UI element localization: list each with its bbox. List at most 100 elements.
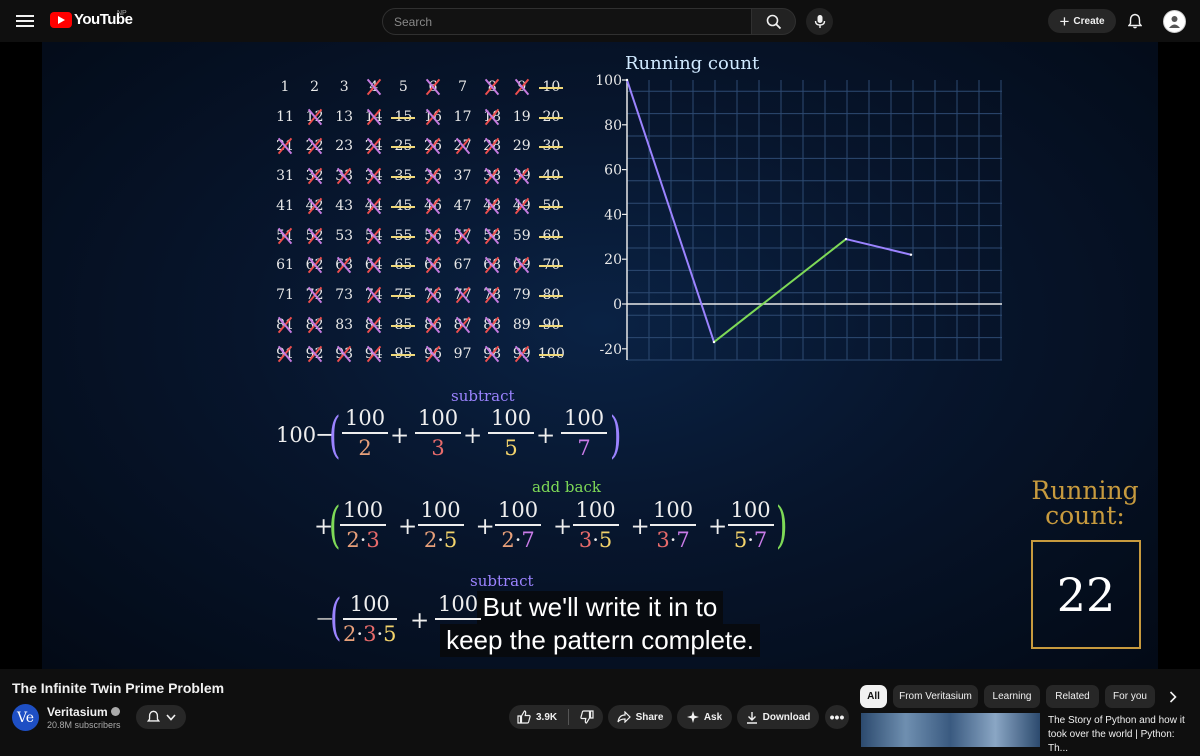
grid-number-29: 29: [507, 138, 537, 154]
sparkle-icon: [686, 711, 699, 723]
ask-button[interactable]: Ask: [677, 705, 732, 729]
grid-number-53: 53: [329, 228, 359, 244]
fraction-bar: [495, 524, 542, 526]
grid-number-9: 9: [507, 79, 537, 95]
strike-mark: [513, 257, 531, 273]
chip-learning[interactable]: Learning: [984, 685, 1040, 708]
series-point: [844, 237, 848, 241]
chip-for-you[interactable]: For you: [1105, 685, 1155, 708]
chip-from-veritasium[interactable]: From Veritasium: [893, 685, 978, 708]
grid-number-text: 37: [453, 168, 472, 185]
video-frame[interactable]: 1 2 3 4 5 6 7 8 9 10 11 12 13 14 15 16 17 18 19 20 21 22 23 24 2…: [42, 42, 1158, 669]
dislike-icon[interactable]: [580, 710, 594, 724]
denominator: 2·3·5: [343, 622, 397, 646]
grid-number-72: 72: [300, 287, 330, 303]
user-avatar-icon: [1169, 16, 1180, 28]
strike-mark: [391, 294, 416, 297]
y-tick-label: 100: [595, 73, 622, 89]
fraction-add-1: 100 2·5: [417, 498, 464, 552]
caption-line-2: keep the pattern complete.: [42, 624, 1158, 657]
bell-icon: [1128, 13, 1142, 29]
strike-mark: [391, 205, 416, 208]
grid-number-37: 37: [448, 168, 478, 184]
plus-sign: +: [553, 514, 573, 540]
denominator: 3: [431, 436, 445, 460]
grid-number-40: 40: [536, 168, 566, 184]
channel-avatar[interactable]: Ve: [12, 704, 39, 731]
grid-number-15: 15: [388, 109, 418, 125]
fraction-0: 100 2: [342, 406, 389, 460]
strike-mark: [539, 265, 564, 268]
strike-mark: [306, 257, 324, 273]
strike-mark: [539, 354, 564, 357]
chip-all[interactable]: All: [860, 685, 887, 708]
grid-number-51: 51: [270, 228, 300, 244]
grid-number-45: 45: [388, 198, 418, 214]
more-actions-button[interactable]: •••: [825, 705, 849, 729]
strike-mark: [276, 228, 294, 244]
series-point: [625, 78, 629, 82]
grid-number-2: 2: [300, 79, 330, 95]
fraction-bar: [340, 524, 387, 526]
fraction-bar: [572, 524, 619, 526]
search-button[interactable]: [752, 8, 796, 35]
strike-mark: [483, 346, 501, 362]
strike-mark: [276, 317, 294, 333]
recommendation-title[interactable]: The Story of Python and how it took over…: [1048, 714, 1188, 756]
fraction-sub-0: 100 2·3·5: [343, 592, 397, 646]
download-button[interactable]: Download: [737, 705, 819, 729]
strike-mark: [365, 346, 383, 362]
grid-number-26: 26: [418, 138, 448, 154]
channel-name-text[interactable]: Veritasium: [47, 705, 108, 719]
plus-sign: +: [410, 608, 430, 634]
subscriber-count: 20.8M subscribers: [47, 720, 121, 730]
running-count-chart: 100 80 60 40 20 0 -20: [595, 73, 1002, 361]
like-count[interactable]: 3.9K: [536, 712, 557, 723]
search-input[interactable]: [382, 8, 752, 35]
numerator: 100: [345, 406, 386, 430]
video-player[interactable]: 1 2 3 4 5 6 7 8 9 10 11 12 13 14 15 16 17 18 19 20 21 22 23 24 2…: [0, 42, 1200, 669]
chips-next-button[interactable]: [1164, 688, 1182, 706]
strike-mark: [539, 205, 564, 208]
download-label: Download: [762, 711, 811, 723]
create-button[interactable]: + Create: [1048, 9, 1116, 33]
share-label: Share: [635, 711, 664, 723]
hamburger-menu-icon[interactable]: [14, 10, 36, 32]
grid-number-59: 59: [507, 228, 537, 244]
grid-number-100: 100: [536, 346, 566, 362]
strike-mark: [424, 257, 442, 273]
grid-number-text: 29: [512, 138, 531, 155]
strike-mark: [391, 324, 416, 327]
grid-number-8: 8: [477, 79, 507, 95]
fraction-bar: [435, 618, 482, 620]
grid-number-text: 13: [335, 108, 354, 125]
subscribed-notifications-button[interactable]: [136, 705, 186, 729]
strike-mark: [513, 346, 531, 362]
share-button[interactable]: Share: [608, 705, 672, 729]
denominator: 3·7: [656, 528, 690, 552]
denominator: 3·5: [578, 528, 613, 552]
grid-number-75: 75: [388, 287, 418, 303]
strike-mark: [424, 79, 442, 95]
grid-number-text: 59: [512, 227, 531, 244]
voice-search-button[interactable]: [806, 8, 833, 35]
denominator: 2·5: [423, 528, 458, 552]
grid-number-text: 11: [276, 108, 294, 125]
right-paren-2: ): [775, 496, 788, 554]
fraction-add-0: 100 2·3: [340, 498, 387, 552]
chevron-down-icon: [165, 713, 176, 721]
notifications-button[interactable]: [1124, 9, 1146, 33]
grid-number-32: 32: [300, 168, 330, 184]
grid-number-17: 17: [448, 109, 478, 125]
strike-mark: [391, 354, 416, 357]
grid-number-66: 66: [418, 257, 448, 273]
strike-mark: [539, 116, 564, 119]
strike-mark: [483, 228, 501, 244]
channel-name[interactable]: Veritasium: [47, 705, 120, 719]
chip-related[interactable]: Related: [1046, 685, 1099, 708]
like-icon[interactable]: [517, 710, 531, 724]
account-avatar[interactable]: [1163, 10, 1186, 33]
recommendation-thumbnail[interactable]: [861, 713, 1040, 747]
plus-sign: +: [536, 423, 556, 449]
grid-number-38: 38: [477, 168, 507, 184]
